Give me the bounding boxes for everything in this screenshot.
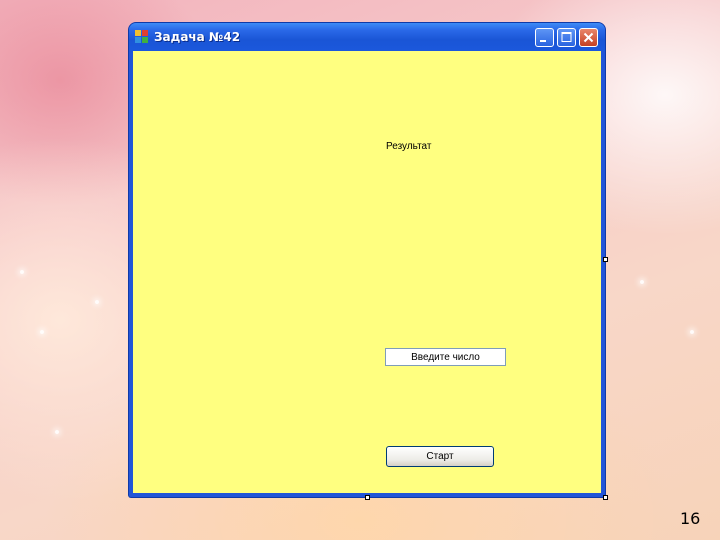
title-bar[interactable]: Задача №42 xyxy=(129,23,605,51)
number-input[interactable] xyxy=(385,348,506,366)
close-icon xyxy=(583,32,594,43)
background-sparkle xyxy=(95,300,99,304)
app-icon[interactable] xyxy=(135,30,149,44)
background-sparkle xyxy=(690,330,694,334)
close-button[interactable] xyxy=(579,28,598,47)
maximize-button[interactable] xyxy=(557,28,576,47)
resize-handle-right[interactable] xyxy=(603,257,608,262)
background-sparkle xyxy=(640,280,644,284)
resize-handle-bottom[interactable] xyxy=(365,495,370,500)
application-window: Задача №42 Результат Старт xyxy=(129,23,605,497)
window-title: Задача №42 xyxy=(154,30,241,44)
background-sparkle xyxy=(20,270,24,274)
resize-handle-corner[interactable] xyxy=(603,495,608,500)
minimize-button[interactable] xyxy=(535,28,554,47)
background-sparkle xyxy=(55,430,59,434)
minimize-icon xyxy=(540,40,546,42)
result-label: Результат xyxy=(386,141,432,152)
maximize-icon xyxy=(561,32,572,42)
slide-number: 16 xyxy=(680,509,701,528)
start-button[interactable]: Старт xyxy=(386,446,494,467)
background-sparkle xyxy=(40,330,44,334)
form-client-area: Результат Старт xyxy=(133,51,601,493)
